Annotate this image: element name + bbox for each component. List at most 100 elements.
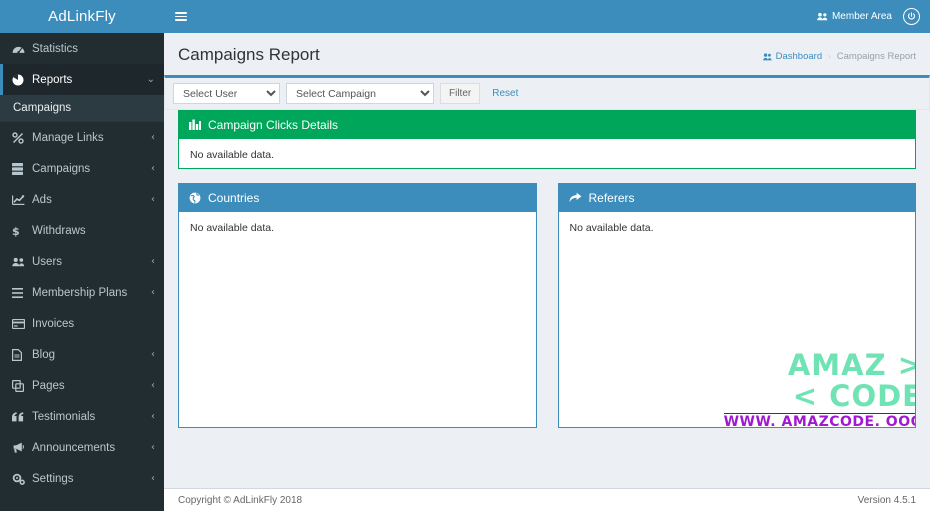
page-footer: Copyright © AdLinkFly 2018 Version 4.5.1 xyxy=(164,488,930,511)
chevron-left-icon: ‹ xyxy=(151,255,155,267)
chevron-down-icon: ⌄ xyxy=(146,73,155,85)
sidebar-nav: Statistics Reports ⌄ Campaigns Manage Links ‹… xyxy=(0,33,164,494)
campaign-clicks-empty-text: No available data. xyxy=(190,149,275,161)
sidebar-item-label: Statistics xyxy=(32,42,79,55)
sidebar-item-ads[interactable]: Ads ‹ xyxy=(0,184,164,215)
campaign-clicks-panel-body: No available data. xyxy=(178,139,916,169)
sidebar-item-announcements[interactable]: Announcements ‹ xyxy=(0,432,164,463)
chevron-left-icon: ‹ xyxy=(151,286,155,298)
countries-panel-title: Countries xyxy=(208,190,260,205)
countries-empty-text: No available data. xyxy=(190,222,275,234)
referers-empty-text: No available data. xyxy=(569,222,654,234)
server-stack-icon xyxy=(12,162,30,175)
sidebar-item-membership-plans[interactable]: Membership Plans ‹ xyxy=(0,277,164,308)
share-arrow-icon xyxy=(569,192,582,203)
power-off-icon[interactable] xyxy=(903,8,920,25)
hamburger-bars xyxy=(175,10,187,24)
sidebar-item-label: Testimonials xyxy=(32,410,96,423)
list-bars-icon xyxy=(12,287,30,298)
sidebar-item-settings[interactable]: Settings ‹ xyxy=(0,463,164,494)
users-icon xyxy=(817,12,828,21)
sidebar-item-statistics[interactable]: Statistics xyxy=(0,33,164,64)
sidebar-item-label: Invoices xyxy=(32,317,75,330)
bar-chart-icon xyxy=(189,119,201,130)
gears-icon xyxy=(12,473,30,485)
footer-copyright: Copyright © AdLinkFly 2018 xyxy=(178,494,303,506)
sidebar-submenu: Campaigns xyxy=(0,95,164,122)
sidebar-item-label: Withdraws xyxy=(32,224,86,237)
sidebar-item-blog[interactable]: Blog ‹ xyxy=(0,339,164,370)
sidebar-item-label: Users xyxy=(32,255,63,268)
sidebar-item-label: Ads xyxy=(32,193,52,206)
app-root: AdLinkFly Statistics Reports ⌄ Campaigns Man… xyxy=(0,0,930,511)
sidebar-subitem-campaigns[interactable]: Campaigns xyxy=(0,95,164,121)
filter-bar: Select User Select Campaign Filter Reset xyxy=(164,75,930,110)
tachometer-icon xyxy=(12,43,30,54)
watermark-url: WWW. AMAZCODE. OOO xyxy=(723,413,916,427)
footer-version: Version 4.5.1 xyxy=(857,494,916,506)
reset-link[interactable]: Reset xyxy=(492,88,518,99)
referers-panel: Referers No available data. AMAZ > < COD… xyxy=(557,183,916,428)
sidebar-item-label: Blog xyxy=(32,348,56,361)
header-right-tools: Member Area xyxy=(817,8,930,25)
campaign-clicks-panel-header: Campaign Clicks Details xyxy=(178,110,916,139)
hamburger-menu-icon[interactable] xyxy=(164,0,198,33)
countries-panel-body: No available data. xyxy=(178,212,537,428)
sidebar-item-label: Announcements xyxy=(32,441,116,454)
link-chain-icon xyxy=(12,131,30,144)
sidebar-item-label: Reports xyxy=(32,73,73,86)
sidebar-item-label: Manage Links xyxy=(32,131,104,144)
chevron-left-icon: ‹ xyxy=(151,162,155,174)
svg-text:$: $ xyxy=(12,225,20,237)
sidebar-item-campaigns[interactable]: Campaigns ‹ xyxy=(0,153,164,184)
sidebar-item-label: Campaigns xyxy=(32,162,91,175)
select-user-dropdown[interactable]: Select User xyxy=(173,83,280,104)
sidebar-item-testimonials[interactable]: Testimonials ‹ xyxy=(0,401,164,432)
sidebar-item-invoices[interactable]: Invoices xyxy=(0,308,164,339)
member-area-label: Member Area xyxy=(831,11,892,22)
chevron-left-icon: ‹ xyxy=(151,441,155,453)
breadcrumb-dashboard-label: Dashboard xyxy=(775,51,823,62)
referers-panel-title: Referers xyxy=(588,190,635,205)
campaign-clicks-panel-title: Campaign Clicks Details xyxy=(208,117,339,132)
member-area-link[interactable]: Member Area xyxy=(817,11,892,22)
chevron-left-icon: ‹ xyxy=(151,379,155,391)
sidebar-item-reports[interactable]: Reports ⌄ xyxy=(0,64,164,95)
sidebar-item-manage-links[interactable]: Manage Links ‹ xyxy=(0,122,164,153)
power-glyph xyxy=(907,12,916,20)
dollar-sign-icon: $ xyxy=(12,225,30,237)
pie-chart-icon xyxy=(12,73,30,86)
breadcrumb: Dashboard › Campaigns Report xyxy=(762,45,916,62)
select-campaign-dropdown[interactable]: Select Campaign xyxy=(286,83,434,104)
top-header: Member Area xyxy=(164,0,930,33)
brand-logo[interactable]: AdLinkFly xyxy=(0,0,164,33)
dashboard-icon xyxy=(762,52,772,60)
sidebar-subitem-label: Campaigns xyxy=(13,102,72,114)
breadcrumb-dashboard[interactable]: Dashboard xyxy=(762,51,823,62)
sidebar-item-pages[interactable]: Pages ‹ xyxy=(0,370,164,401)
chevron-left-icon: ‹ xyxy=(151,472,155,484)
sidebar-item-label: Membership Plans xyxy=(32,286,128,299)
campaign-clicks-panel: Campaign Clicks Details No available dat… xyxy=(178,110,916,169)
main-content: Campaigns Report Dashboard › Campaigns R… xyxy=(164,33,930,488)
stats-row: Countries No available data. Referers No… xyxy=(164,183,930,442)
credit-card-icon xyxy=(12,318,30,329)
sidebar: AdLinkFly Statistics Reports ⌄ Campaigns Man… xyxy=(0,0,164,511)
line-chart-icon xyxy=(12,194,30,205)
countries-panel-header: Countries xyxy=(178,183,537,212)
brand-name: AdLinkFly xyxy=(48,8,116,25)
chevron-left-icon: ‹ xyxy=(151,131,155,143)
sidebar-item-users[interactable]: Users ‹ xyxy=(0,246,164,277)
countries-panel: Countries No available data. xyxy=(178,183,537,428)
chevron-left-icon: ‹ xyxy=(151,193,155,205)
watermark-line-2: < CODE xyxy=(792,379,916,413)
users-group-icon xyxy=(12,257,30,267)
sidebar-item-label: Settings xyxy=(32,472,74,485)
file-document-icon xyxy=(12,348,30,361)
clone-pages-icon xyxy=(12,379,30,392)
chevron-left-icon: ‹ xyxy=(151,348,155,360)
breadcrumb-current: Campaigns Report xyxy=(836,51,916,62)
referers-panel-header: Referers xyxy=(557,183,916,212)
sidebar-item-withdraws[interactable]: $ Withdraws xyxy=(0,215,164,246)
filter-button[interactable]: Filter xyxy=(440,83,481,104)
